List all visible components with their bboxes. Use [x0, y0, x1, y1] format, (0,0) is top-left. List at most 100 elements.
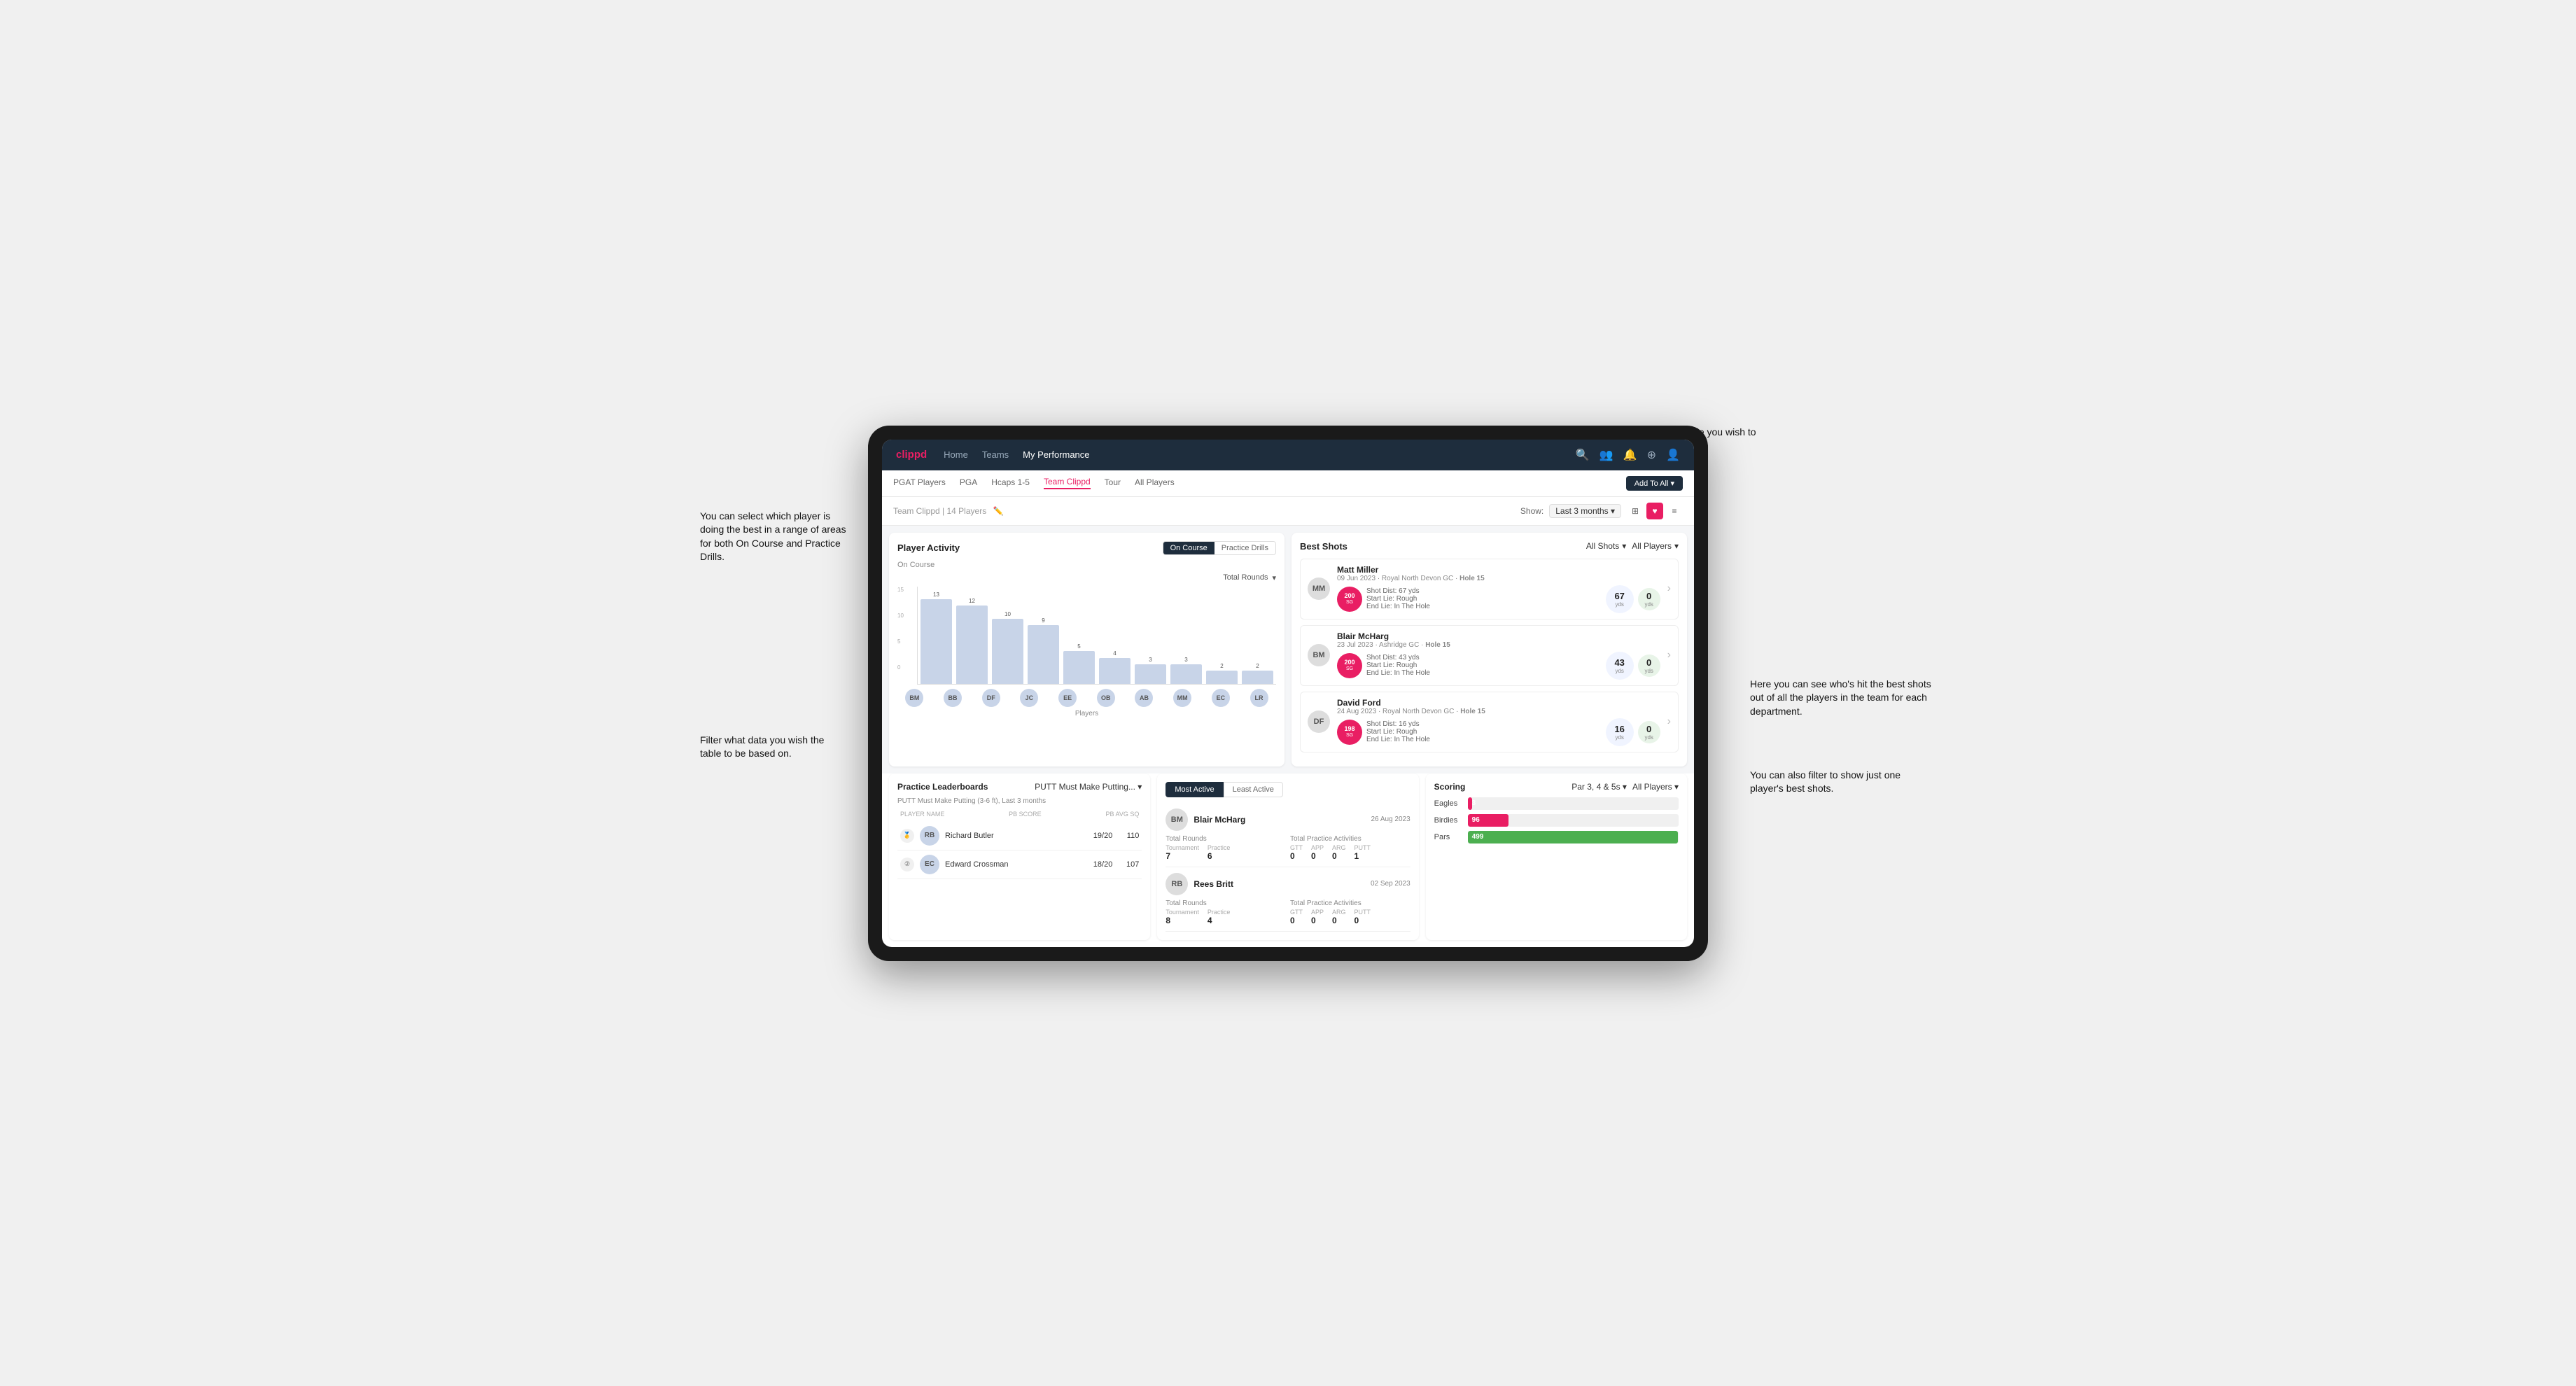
shot-arrow-0[interactable]: › — [1667, 582, 1671, 595]
annotation-left-2: Filter what data you wish the table to b… — [700, 734, 847, 761]
shot-player-avatar-2: DF — [1308, 710, 1330, 733]
sub-nav-team-clippd[interactable]: Team Clippd — [1044, 477, 1091, 489]
activity-name-0: Blair McHarg — [1194, 815, 1245, 825]
practice-drills-btn[interactable]: Practice Drills — [1214, 542, 1275, 554]
lb-rows: 🥇 RB Richard Butler 19/20 110 ② EC Edwar… — [897, 822, 1142, 879]
scoring-players-dropdown[interactable]: All Players ▾ — [1632, 782, 1679, 792]
nav-link-performance[interactable]: My Performance — [1023, 449, 1089, 460]
activity-date-0: 26 Aug 2023 — [1371, 816, 1410, 823]
bar-col-8: 2 — [1206, 663, 1238, 684]
team-count: | 14 Players — [942, 506, 986, 516]
bell-icon[interactable]: 🔔 — [1623, 448, 1637, 462]
y-label-10: 10 — [897, 612, 914, 619]
shot-zero-0: 0yds — [1638, 588, 1660, 610]
main-content: Player Activity On Course Practice Drill… — [882, 526, 1694, 774]
team-name: Team Clippd | 14 Players ✏️ — [893, 506, 1004, 516]
bar-chart-wrapper: 15 10 5 0 1312109543322 — [897, 587, 1276, 685]
scoring-bar-row-1: Birdies 96 — [1434, 814, 1679, 827]
bar-col-1: 12 — [956, 598, 988, 684]
shot-card-1: BM Blair McHarg 23 Jul 2023 · Ashridge G… — [1300, 625, 1679, 686]
scoring-bar-row-0: Eagles 3 — [1434, 797, 1679, 810]
chart-filter: Total Rounds ▾ — [1223, 573, 1276, 582]
bar-chart: 1312109543322 — [917, 587, 1276, 685]
all-players-dropdown[interactable]: All Players ▾ — [1632, 541, 1679, 551]
bar-col-4: 5 — [1063, 643, 1095, 684]
course-toggle: On Course Practice Drills — [1163, 541, 1276, 555]
shot-player-avatar-0: MM — [1308, 578, 1330, 600]
shot-arrow-1[interactable]: › — [1667, 649, 1671, 662]
lb-rank-0: 🥇 — [900, 829, 914, 843]
active-panel-header: Most Active Least Active — [1166, 782, 1410, 797]
scoring-bar-label-2: Pars — [1434, 833, 1462, 841]
lb-avg-1: 107 — [1118, 860, 1139, 869]
activity-title: Player Activity — [897, 542, 960, 553]
bar-col-9: 2 — [1242, 663, 1273, 684]
list-icon[interactable]: ≡ — [1666, 503, 1683, 519]
scoring-header: Scoring Par 3, 4 & 5s ▾ All Players ▾ — [1434, 782, 1679, 792]
shot-zero-2: 0yds — [1638, 721, 1660, 743]
sub-nav-pga[interactable]: PGA — [960, 477, 977, 489]
tablet-shell: clippd Home Teams My Performance 🔍 👥 🔔 ⊕… — [868, 426, 1708, 961]
sg-badge-2: 198SG — [1337, 720, 1362, 745]
edit-icon[interactable]: ✏️ — [993, 506, 1004, 516]
on-course-btn[interactable]: On Course — [1163, 542, 1214, 554]
lb-avatar-1: EC — [920, 855, 939, 874]
y-label-5: 5 — [897, 638, 914, 645]
scoring-bar-row-2: Pars 499 — [1434, 831, 1679, 844]
heart-icon[interactable]: ♥ — [1646, 503, 1663, 519]
shot-arrow-2[interactable]: › — [1667, 715, 1671, 728]
bar-col-0: 13 — [920, 592, 952, 684]
shot-dist-1: 43yds — [1606, 652, 1634, 680]
all-shots-dropdown[interactable]: All Shots ▾ — [1586, 541, 1626, 551]
scoring-bar-fill-0: 3 — [1468, 797, 1472, 810]
leaderboard-header: Practice Leaderboards PUTT Must Make Put… — [897, 782, 1142, 792]
users-icon[interactable]: 👥 — [1600, 448, 1614, 462]
lb-filter-dropdown[interactable]: PUTT Must Make Putting... ▾ — [1035, 782, 1142, 792]
nav-link-home[interactable]: Home — [944, 449, 968, 460]
grid-icon[interactable]: ⊞ — [1627, 503, 1644, 519]
shot-detail-0: 09 Jun 2023 · Royal North Devon GC · Hol… — [1337, 575, 1660, 582]
lb-subtitle: PUTT Must Make Putting (3-6 ft), Last 3 … — [897, 797, 1142, 805]
scoring-bar-fill-2: 499 — [1468, 831, 1679, 844]
sub-nav-pgat[interactable]: PGAT Players — [893, 477, 946, 489]
lb-name-1: Edward Crossman — [945, 860, 1088, 869]
player-avatar-5: OB — [1097, 689, 1115, 707]
shot-name-2: David Ford — [1337, 698, 1660, 708]
most-active-tab[interactable]: Most Active — [1166, 782, 1223, 797]
add-circle-icon[interactable]: ⊕ — [1647, 448, 1656, 462]
sg-badge-1: 200SG — [1337, 653, 1362, 678]
shot-dist-0: 67yds — [1606, 585, 1634, 613]
user-icon[interactable]: 👤 — [1666, 448, 1680, 462]
activity-card-0: BM Blair McHarg 26 Aug 2023 Total Rounds… — [1166, 803, 1410, 867]
least-active-tab[interactable]: Least Active — [1224, 782, 1283, 797]
sub-nav-all-players[interactable]: All Players — [1135, 477, 1175, 489]
shot-player-avatar-1: BM — [1308, 644, 1330, 666]
page-wrapper: Choose the timescale you wish to see the… — [868, 426, 1708, 961]
search-icon[interactable]: 🔍 — [1576, 448, 1590, 462]
shots-panel-header: Best Shots All Shots ▾ All Players ▾ — [1300, 541, 1679, 552]
bar-col-6: 3 — [1135, 657, 1166, 684]
par-dropdown[interactable]: Par 3, 4 & 5s ▾ — [1572, 782, 1627, 792]
shot-detail-1: 23 Jul 2023 · Ashridge GC · Hole 15 — [1337, 641, 1660, 649]
player-avatar-4: EE — [1058, 689, 1077, 707]
shot-stats-2: 198SG Shot Dist: 16 yds Start Lie: Rough… — [1337, 718, 1660, 746]
activity-name-1: Rees Britt — [1194, 879, 1233, 889]
lb-name-0: Richard Butler — [945, 832, 1088, 840]
annotation-right-1: Here you can see who's hit the best shot… — [1750, 678, 1932, 719]
on-course-label: On Course — [897, 561, 1276, 569]
filter-chevron[interactable]: ▾ — [1272, 573, 1276, 582]
add-to-all-button[interactable]: Add To All ▾ — [1626, 476, 1683, 491]
lb-title: Practice Leaderboards — [897, 782, 988, 792]
sub-nav-hcaps[interactable]: Hcaps 1-5 — [991, 477, 1030, 489]
shot-dist-2: 16yds — [1606, 718, 1634, 746]
nav-links: Home Teams My Performance — [944, 449, 1576, 460]
sub-nav-tour[interactable]: Tour — [1105, 477, 1121, 489]
y-label-0: 0 — [897, 664, 914, 671]
period-dropdown[interactable]: Last 3 months ▾ — [1549, 504, 1621, 518]
nav-link-teams[interactable]: Teams — [982, 449, 1009, 460]
player-avatar-3: JC — [1020, 689, 1038, 707]
activity-avatar-0: BM — [1166, 808, 1188, 831]
activity-card-1: RB Rees Britt 02 Sep 2023 Total Rounds T… — [1166, 867, 1410, 932]
shot-name-1: Blair McHarg — [1337, 631, 1660, 641]
player-avatar-0: BM — [905, 689, 923, 707]
